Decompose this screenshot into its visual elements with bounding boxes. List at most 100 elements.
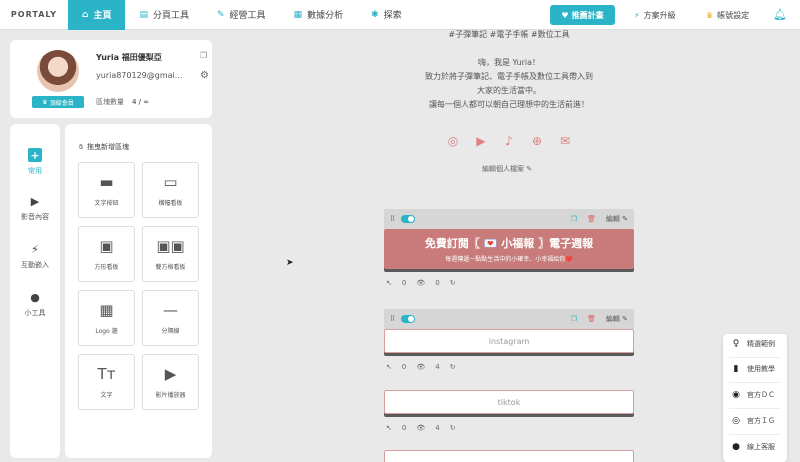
copy-icon[interactable]: ❐ <box>200 51 207 60</box>
nav-home[interactable]: ⌂ 主頁 <box>68 0 126 30</box>
tiktok-link-button[interactable]: tiktok <box>384 390 634 414</box>
visibility-toggle[interactable] <box>401 215 416 223</box>
tile-double-board[interactable]: ▣▣ 雙方格看板 <box>142 226 199 282</box>
tile-video-player[interactable]: ▶ 影片播放器 <box>142 354 199 410</box>
play-icon: ▶ <box>30 194 40 208</box>
vip-badge: ♛ 頂級會員 <box>32 96 84 108</box>
lightning-icon: ⚡ <box>31 242 39 256</box>
nav-business-tools[interactable]: ✎ 經營工具 <box>203 0 280 30</box>
menu-official-discord[interactable]: ◉ 官方ＤＣ <box>731 390 775 400</box>
account-settings-link[interactable]: ♛ 帳號設定 <box>706 0 749 30</box>
block-next-partial <box>384 450 634 462</box>
drag-handle-icon[interactable]: ⠿ <box>390 215 395 223</box>
bulb-icon: ♀ <box>732 339 740 349</box>
eye-icon: 👁︎ <box>416 279 426 287</box>
category-media[interactable]: ▶ 影音內容 <box>10 194 60 222</box>
refresh-icon[interactable]: ↻ <box>450 363 456 371</box>
trash-icon[interactable]: 🗑︎ <box>587 215 596 223</box>
mouse-cursor-icon: ➤ <box>286 258 294 268</box>
floating-help-menu: ♀ 精選範例 ▮ 使用教學 ◉ 官方ＤＣ ◎ 官方ＩＧ ● 線上客服 <box>723 334 787 462</box>
youtube-icon[interactable]: ▶ <box>474 134 488 148</box>
menu-online-support[interactable]: ● 線上客服 <box>731 442 775 452</box>
block-stats: ↖ 0 👁︎ 4 ↻ <box>386 424 456 432</box>
profile-email: yuria870129@gmai... <box>96 71 183 80</box>
category-rail: + 常用 ▶ 影音內容 ⚡ 互動嵌入 ● 小工具 <box>10 124 60 458</box>
refresh-icon[interactable]: ↻ <box>450 424 456 432</box>
text-button-icon: ▬ <box>99 172 114 191</box>
divider <box>729 408 781 409</box>
instagram-icon: ◎ <box>732 416 740 426</box>
nav-explore[interactable]: ✱ 探索 <box>357 0 416 30</box>
tile-text-button[interactable]: ▬ 文字按鈕 <box>78 162 135 218</box>
banner-icon: ▭ <box>163 172 178 191</box>
refresh-icon[interactable]: ↻ <box>450 279 456 287</box>
drag-handle-icon[interactable]: ⠿ <box>390 315 395 323</box>
avatar[interactable] <box>37 50 79 92</box>
divider <box>729 382 781 383</box>
eye-icon: 👁︎ <box>416 424 426 432</box>
grid-icon: ▦ <box>99 300 114 319</box>
line-icon: ● <box>732 442 740 452</box>
bell-icon[interactable]: 🔔︎ <box>773 8 787 21</box>
visibility-toggle[interactable] <box>401 315 416 323</box>
menu-tutorial[interactable]: ▮ 使用教學 <box>731 364 775 374</box>
mail-icon[interactable]: ✉ <box>558 134 572 148</box>
tile-divider[interactable]: — 分隔線 <box>142 290 199 346</box>
pen-icon: ✎ <box>217 9 225 20</box>
block-banner: ⠿ ❐ 🗑︎ 編輯 ✎ 免費訂閱〖 💌 小福報 〗電子週報 每週傳遞一點點生活中… <box>384 209 634 287</box>
text-icon: Tт <box>97 364 116 383</box>
copy-icon[interactable]: ❐ <box>571 315 577 323</box>
category-widgets[interactable]: ● 小工具 <box>10 290 60 318</box>
edit-button[interactable]: 編輯 ✎ <box>606 314 628 324</box>
tile-logo-wall[interactable]: ▦ Logo 牆 <box>78 290 135 346</box>
divider <box>729 434 781 435</box>
edit-button[interactable]: 編輯 ✎ <box>606 214 628 224</box>
upgrade-link[interactable]: ⚡ 方案升級 <box>634 0 676 30</box>
nav-analytics[interactable]: ▦ 數據分析 <box>280 0 358 30</box>
crown-icon: ♛ <box>42 98 48 106</box>
instagram-icon[interactable]: ◎ <box>446 134 460 148</box>
globe-icon[interactable]: ⊕ <box>530 134 544 148</box>
tile-text[interactable]: Tт 文字 <box>78 354 135 410</box>
book-icon: ▮ <box>733 364 739 374</box>
block-stats: ↖ 0 👁︎ 4 ↻ <box>386 363 456 371</box>
hand-icon: ✋︎ <box>79 142 83 151</box>
lightning-icon: ⚡ <box>634 10 640 20</box>
bulb-icon: ● <box>30 290 40 304</box>
menu-official-instagram[interactable]: ◎ 官方ＩＧ <box>731 416 775 426</box>
profile-name: Yuria 福田優梨亞 <box>96 53 162 62</box>
edit-profile-link[interactable]: 編輯個人檔案 ✎ <box>482 164 532 174</box>
trash-icon[interactable]: 🗑︎ <box>587 315 596 323</box>
plus-icon: + <box>28 148 42 162</box>
nav-page-tools[interactable]: ▤ 分頁工具 <box>125 0 203 30</box>
home-icon: ⌂ <box>82 9 89 20</box>
gear-icon[interactable]: ⚙ <box>200 70 209 81</box>
block-instagram: ⠿ ❐ 🗑︎ 編輯 ✎ instagram ↖ 0 👁︎ 4 ↻ <box>384 309 634 371</box>
discord-icon: ◉ <box>732 390 740 400</box>
instagram-link-button[interactable]: instagram <box>384 329 634 353</box>
profile-card: ♛ 頂級會員 Yuria 福田優梨亞 ❐ yuria870129@gmai... … <box>10 40 212 118</box>
tile-banner[interactable]: ▭ 橫幅看板 <box>142 162 199 218</box>
heart-icon: ♥ <box>561 10 569 20</box>
category-embed[interactable]: ⚡ 互動嵌入 <box>10 242 60 270</box>
category-common[interactable]: + 常用 <box>10 148 60 176</box>
tiktok-icon[interactable]: ♪ <box>502 134 516 148</box>
link-button-partial[interactable] <box>384 450 634 462</box>
eye-icon: 👁︎ <box>416 363 426 371</box>
referral-button[interactable]: ♥ 推薦計畫 <box>550 5 615 25</box>
explore-icon: ✱ <box>371 9 379 20</box>
copy-icon[interactable]: ❐ <box>571 215 577 223</box>
portaly-logo[interactable]: PORTALY <box>0 0 68 30</box>
newsletter-banner[interactable]: 免費訂閱〖 💌 小福報 〗電子週報 每週傳遞一點點生活中的小確幸、小幸福給你❤️ <box>384 229 634 269</box>
page-icon: ▤ <box>139 9 148 20</box>
block-tiktok: tiktok ↖ 0 👁︎ 4 ↻ <box>384 390 634 432</box>
click-icon: ↖ <box>386 424 392 432</box>
tile-square-board[interactable]: ▣ 方形看板 <box>78 226 135 282</box>
chart-icon: ▦ <box>293 9 303 20</box>
menu-featured-examples[interactable]: ♀ 精選範例 <box>731 339 775 349</box>
divider <box>729 357 781 358</box>
drag-hint: ✋︎ 拖曳新增區塊 <box>79 142 129 152</box>
divider-icon: — <box>163 300 178 319</box>
social-icons: ◎ ▶ ♪ ⊕ ✉ <box>446 134 572 148</box>
block-toolbar: ⠿ ❐ 🗑︎ 編輯 ✎ <box>384 309 634 329</box>
